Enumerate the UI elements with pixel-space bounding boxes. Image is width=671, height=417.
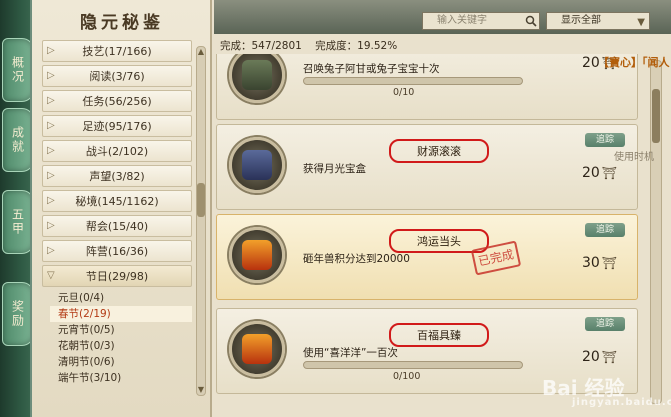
sub-category-list: 元旦(0/4) 春节(2/19) 元宵节(0/5) 花朝节(0/3) 清明节(0/6) 端… — [50, 290, 192, 386]
chevron-right-icon: ▷ — [47, 45, 55, 56]
sub-category-item[interactable]: 花朝节(0/3) — [50, 338, 192, 354]
filter-label: 显示全部 — [561, 15, 601, 26]
chevron-right-icon: ▷ — [47, 120, 55, 131]
completed-count: 完成：547/2801 — [220, 40, 302, 52]
achievement-list: 爱心满满・兔召唤兔子阿甘或兔子宝宝十次0/1020⛩财源滚滚获得月光宝盒追踪20… — [216, 54, 646, 410]
right-deco-text-2: 使用时机 — [614, 152, 654, 163]
achievement-item-icon — [242, 240, 272, 270]
nav-item-label: 声望(3/82) — [89, 170, 145, 183]
achievement-points: 20 ⛩ — [582, 165, 617, 181]
chevron-right-icon: ▷ — [47, 145, 55, 156]
track-button[interactable]: 追踪 — [585, 317, 625, 331]
nav-item[interactable]: ▷ 战斗(2/102) — [42, 140, 192, 162]
list-scroll-thumb[interactable] — [652, 89, 660, 143]
nav-scroll-thumb[interactable] — [197, 183, 205, 217]
progress-text: 0/100 — [393, 371, 421, 382]
achievement-medal-icon — [229, 137, 285, 193]
chevron-right-icon: ▷ — [47, 70, 55, 81]
window-title: 隐元秘鉴 — [80, 13, 164, 33]
chevron-down-icon: ▽ — [47, 270, 55, 281]
nav-item-label: 战斗(2/102) — [85, 145, 149, 158]
completion-ratio: 完成度：19.52% — [315, 40, 398, 52]
achievement-item-icon — [242, 334, 272, 364]
achievement-window: 隐元秘鉴 ▷ 技艺(17/166) ▷ 阅读(3/76) ▷ 任务(56/256) ▷ 足迹(… — [30, 0, 671, 417]
track-button[interactable]: 追踪 — [585, 223, 625, 237]
category-nav: 隐元秘鉴 ▷ 技艺(17/166) ▷ 阅读(3/76) ▷ 任务(56/256) ▷ 足迹(… — [32, 0, 212, 417]
nav-item[interactable]: ▷ 足迹(95/176) — [42, 115, 192, 137]
sub-category-item[interactable]: 元旦(0/4) — [50, 290, 192, 306]
filter-select[interactable]: 显示全部 ▼ — [546, 12, 650, 30]
nav-item-label: 任务(56/256) — [82, 95, 152, 108]
achievement-name: 财源滚滚 — [389, 139, 489, 163]
points-icon: ⛩ — [601, 166, 617, 180]
achievement-description: 获得月光宝盒 — [303, 163, 366, 175]
achievement-item-icon — [242, 60, 272, 90]
top-bar: 输入关键字 显示全部 ▼ — [214, 0, 671, 34]
nav-item-label: 秘境(145/1162) — [75, 195, 159, 208]
right-deco-text: 【寶心】「闻人 — [598, 56, 670, 69]
achievement-points: 30 ⛩ — [582, 255, 617, 271]
achievement-medal-icon — [229, 321, 285, 377]
points-value: 20 — [581, 165, 600, 181]
search-input[interactable]: 输入关键字 — [422, 12, 540, 30]
nav-item[interactable]: ▷ 声望(3/82) — [42, 165, 192, 187]
achievement-points: 20 ⛩ — [582, 349, 617, 365]
achievement-card[interactable]: 财源滚滚获得月光宝盒 追踪 20 ⛩ — [216, 124, 638, 210]
nav-item[interactable]: ▽ 节日(29/98) — [42, 265, 192, 287]
nav-item-label: 技艺(17/166) — [82, 45, 152, 58]
scroll-down-icon[interactable]: ▼ — [197, 385, 205, 395]
achievement-item-icon — [242, 150, 272, 180]
achievement-medal-icon — [229, 227, 285, 283]
chevron-right-icon: ▷ — [47, 195, 55, 206]
nav-item[interactable]: ▷ 秘境(145/1162) — [42, 190, 192, 212]
sub-category-item[interactable]: 端午节(3/10) — [50, 370, 192, 386]
chevron-right-icon: ▷ — [47, 220, 55, 231]
nav-item-label: 节日(29/98) — [85, 270, 149, 283]
nav-item[interactable]: ▷ 阅读(3/76) — [42, 65, 192, 87]
progress-bar — [303, 361, 523, 369]
sub-category-item[interactable]: 元宵节(0/5) — [50, 322, 192, 338]
achievement-description: 使用“喜洋洋”一百次 — [303, 347, 398, 359]
chevron-down-icon: ▼ — [637, 17, 645, 28]
achievement-card[interactable]: 鸿运当头 砸年兽积分达到20000 追踪 30 ⛩ 已完成 — [216, 214, 638, 300]
nav-item[interactable]: ▷ 任务(56/256) — [42, 90, 192, 112]
watermark: Bai 经验 jingyan.baidu.com — [542, 372, 671, 408]
chevron-right-icon: ▷ — [47, 245, 55, 256]
nav-item-label: 帮会(15/40) — [85, 220, 149, 233]
list-scrollbar[interactable] — [650, 60, 662, 404]
nav-item-label: 足迹(95/176) — [82, 120, 152, 133]
progress-text: 0/10 — [393, 87, 415, 98]
nav-item[interactable]: ▷ 帮会(15/40) — [42, 215, 192, 237]
scroll-up-icon[interactable]: ▲ — [197, 47, 205, 57]
nav-item-label: 阅读(3/76) — [89, 70, 145, 83]
track-button[interactable]: 追踪 — [585, 133, 625, 147]
nav-scrollbar[interactable]: ▲ ▼ — [196, 46, 206, 396]
sub-category-item[interactable]: 春节(2/19) — [50, 306, 192, 322]
search-icon[interactable] — [525, 15, 537, 27]
points-icon: ⛩ — [601, 350, 617, 364]
achievement-description: 召唤兔子阿甘或兔子宝宝十次 — [303, 63, 440, 75]
achievement-description: 砸年兽积分达到20000 — [303, 253, 410, 265]
points-value: 20 — [581, 349, 600, 365]
category-list: ▷ 技艺(17/166) ▷ 阅读(3/76) ▷ 任务(56/256) ▷ 足迹(95/17… — [42, 40, 192, 386]
watermark-sub: jingyan.baidu.com — [572, 397, 671, 408]
achievement-name: 百福具臻 — [389, 323, 489, 347]
sub-category-item[interactable]: 清明节(0/6) — [50, 354, 192, 370]
achievement-medal-icon — [229, 54, 285, 103]
stats-bar: 完成：547/2801 完成度：19.52% — [220, 38, 407, 53]
nav-item[interactable]: ▷ 阵营(16/36) — [42, 240, 192, 262]
points-value: 30 — [581, 255, 600, 271]
nav-item-label: 阵营(16/36) — [85, 245, 149, 258]
points-icon: ⛩ — [601, 256, 617, 270]
chevron-right-icon: ▷ — [47, 95, 55, 106]
achievement-card[interactable]: 爱心满满・兔召唤兔子阿甘或兔子宝宝十次0/1020⛩ — [216, 54, 638, 120]
progress-bar — [303, 77, 523, 85]
chevron-right-icon: ▷ — [47, 170, 55, 181]
nav-item[interactable]: ▷ 技艺(17/166) — [42, 40, 192, 62]
